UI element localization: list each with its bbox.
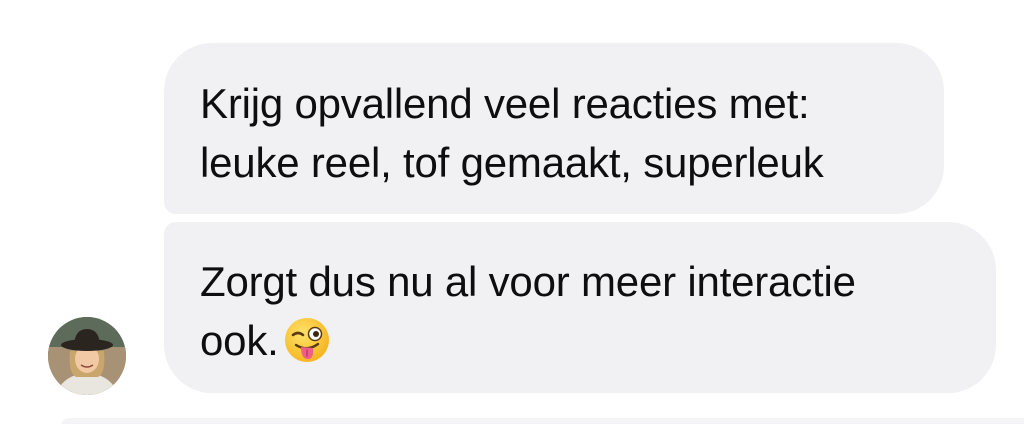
avatar[interactable] [48, 317, 126, 395]
message-composer-edge [60, 418, 1024, 424]
person-with-hat-avatar-icon [48, 317, 126, 395]
message-text: ook. [200, 317, 279, 364]
message-text-line: Zorgt dus nu al voor meer interactie [200, 258, 856, 305]
message-bubble[interactable]: Krijg opvallend veel reacties met: leuke… [164, 43, 944, 214]
message-text-line: leuke reel, tof gemaakt, superleuk [200, 139, 824, 186]
message-bubble[interactable]: Zorgt dus nu al voor meer interactie ook… [164, 222, 996, 393]
message-text-line: ook. [200, 311, 996, 370]
winking-face-with-tongue-icon [284, 318, 329, 362]
message-text-line: Krijg opvallend veel reacties met: [200, 80, 810, 127]
